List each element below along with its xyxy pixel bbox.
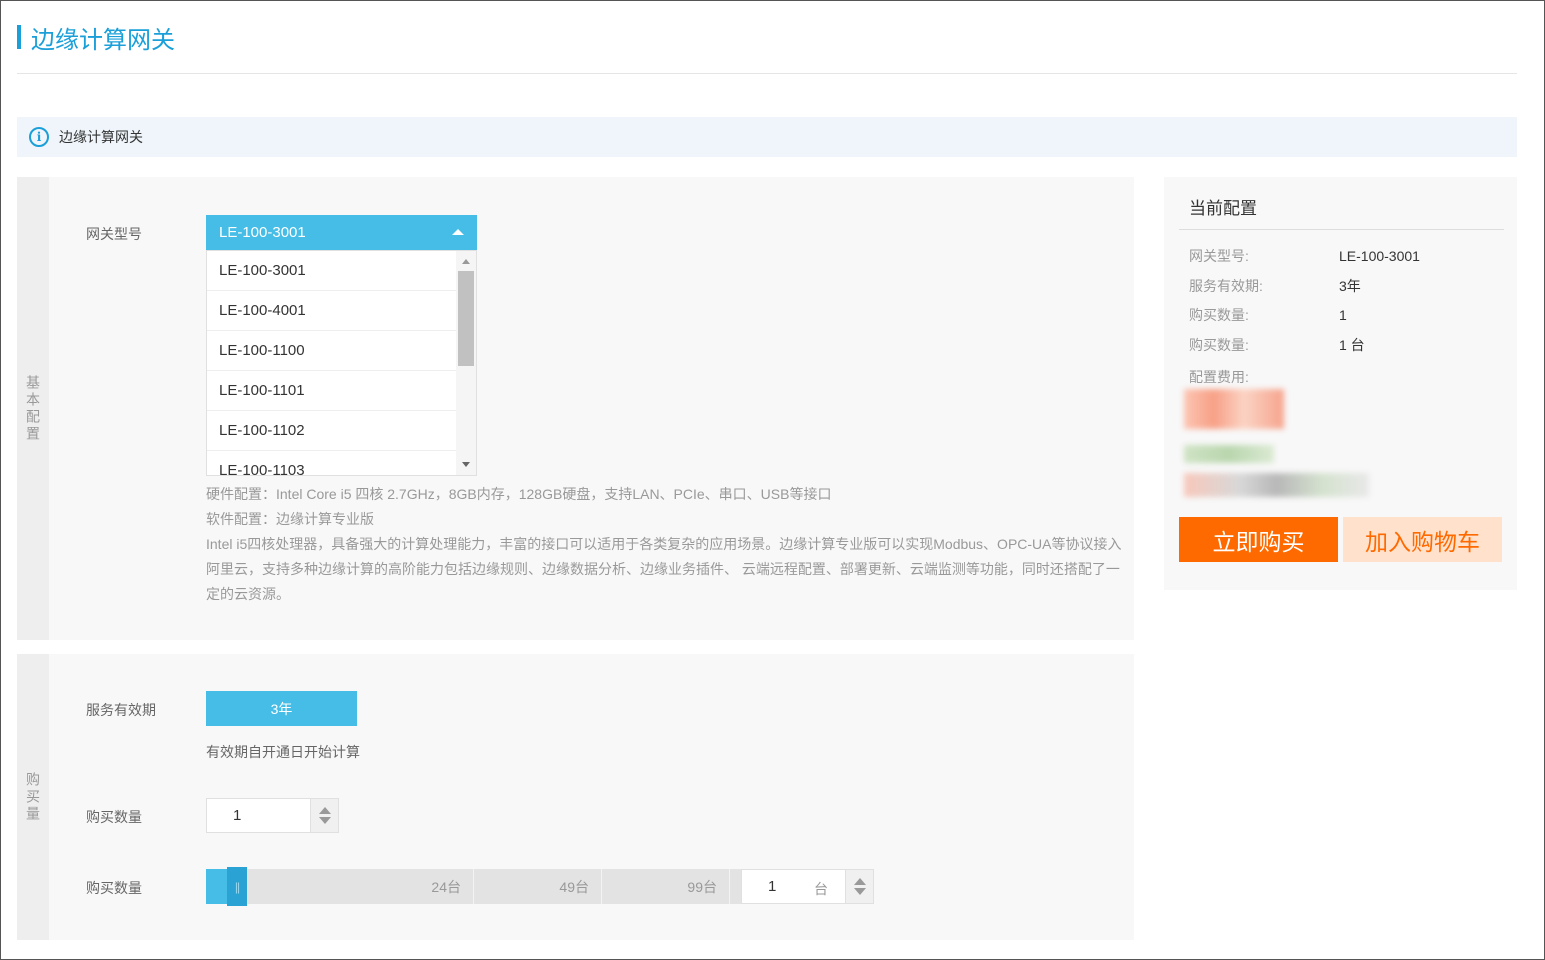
summary-row-model: 网关型号: LE-100-3001 [1189, 246, 1420, 266]
decrement-icon[interactable] [854, 888, 866, 895]
slider-handle[interactable]: || [227, 867, 247, 906]
quantity-stepper[interactable]: 1 [206, 798, 339, 833]
summary-row-duration: 服务有效期: 3年 [1189, 276, 1361, 296]
cost-label: 配置费用: [1189, 369, 1249, 385]
summary-value: 1 台 [1339, 337, 1365, 353]
page-title: 边缘计算网关 [17, 22, 175, 54]
dropdown-option[interactable]: LE-100-4001 [207, 291, 457, 331]
redacted-price-detail [1184, 473, 1369, 497]
hardware-config: 硬件配置：Intel Core i5 四核 2.7GHz，8GB内存，128GB… [206, 486, 832, 502]
basic-config-section-label: 基本配置 [25, 374, 41, 443]
quantity-slider[interactable]: 24台 49台 99台 || [206, 867, 741, 906]
slider-value-stepper[interactable]: 1 台 [741, 869, 874, 904]
slider-stepper-arrows [845, 870, 873, 903]
summary-key: 购买数量: [1189, 337, 1249, 353]
summary-key: 服务有效期: [1189, 278, 1263, 294]
info-bar: i 边缘计算网关 [17, 117, 1517, 157]
summary-row-units: 购买数量: 1 台 [1189, 335, 1365, 355]
dropdown-option[interactable]: LE-100-3001 [207, 251, 457, 291]
dropdown-scrollbar[interactable] [456, 251, 476, 475]
summary-value: 1 [1339, 307, 1347, 323]
current-config-title: 当前配置 [1189, 199, 1257, 218]
decrement-icon[interactable] [319, 817, 331, 824]
buy-now-button[interactable]: 立即购买 [1179, 517, 1338, 562]
purchase-side: 购买量 [17, 654, 49, 940]
caret-up-icon[interactable] [452, 229, 464, 235]
redacted-price [1184, 389, 1284, 429]
slider-unit: 台 [814, 881, 828, 897]
scroll-up-icon[interactable] [462, 259, 470, 264]
title-divider [17, 73, 1517, 74]
page-title-text: 边缘计算网关 [31, 26, 175, 54]
model-select-value: LE-100-3001 [219, 224, 306, 241]
summary-row-quantity: 购买数量: 1 [1189, 305, 1347, 325]
model-select[interactable]: LE-100-3001 [206, 215, 477, 250]
model-label: 网关型号 [86, 226, 142, 242]
stepper-arrows [310, 799, 338, 832]
software-config: 软件配置：边缘计算专业版 [206, 511, 374, 527]
slider-value-input[interactable]: 1 [768, 878, 776, 895]
info-icon: i [29, 127, 49, 147]
slider-mark-99: 99台 [602, 869, 730, 904]
duration-hint: 有效期自开通日开始计算 [206, 744, 360, 760]
dropdown-option[interactable]: LE-100-1103 [207, 451, 457, 475]
slider-mark-49: 49台 [474, 869, 602, 904]
scroll-down-icon[interactable] [462, 462, 470, 467]
summary-divider [1179, 229, 1504, 230]
purchase-section-label: 购买量 [25, 771, 41, 823]
summary-key: 网关型号: [1189, 248, 1249, 264]
summary-key: 购买数量: [1189, 307, 1249, 323]
redacted-price-note [1184, 445, 1274, 463]
title-accent-bar [17, 25, 21, 49]
quantity-input[interactable]: 1 [233, 807, 241, 824]
scrollbar-thumb[interactable] [458, 271, 474, 366]
add-to-cart-button[interactable]: 加入购物车 [1343, 517, 1502, 562]
basic-config-side: 基本配置 [17, 177, 49, 640]
summary-value: LE-100-3001 [1339, 248, 1420, 264]
dropdown-option[interactable]: LE-100-1102 [207, 411, 457, 451]
dropdown-option[interactable]: LE-100-1101 [207, 371, 457, 411]
dropdown-option[interactable]: LE-100-1100 [207, 331, 457, 371]
summary-value: 3年 [1339, 278, 1361, 294]
model-dropdown[interactable]: LE-100-3001 LE-100-4001 LE-100-1100 LE-1… [206, 250, 477, 476]
quantity-label: 购买数量 [86, 809, 142, 825]
model-description: Intel i5四核处理器，具备强大的计算处理能力，丰富的接口可以适用于各类复杂… [206, 536, 1122, 602]
increment-icon[interactable] [319, 807, 331, 814]
increment-icon[interactable] [854, 878, 866, 885]
slider-label: 购买数量 [86, 880, 142, 896]
info-text: 边缘计算网关 [59, 129, 143, 145]
duration-option-button[interactable]: 3年 [206, 691, 357, 726]
duration-label: 服务有效期 [86, 702, 156, 718]
